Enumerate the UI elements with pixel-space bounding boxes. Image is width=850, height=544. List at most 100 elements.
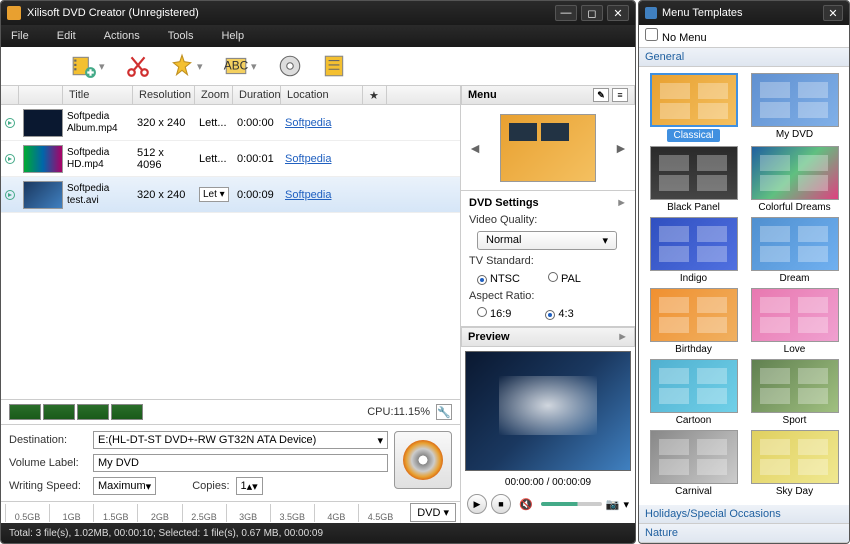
edit-menu-button[interactable]: ✎ <box>593 88 609 102</box>
template-item[interactable]: My DVD <box>746 73 843 142</box>
col-zoom[interactable]: Zoom <box>195 86 233 104</box>
template-thumbnail <box>751 430 839 484</box>
cell-location: Softpedia <box>281 189 363 201</box>
preview-video[interactable] <box>465 351 631 471</box>
category-nature[interactable]: Nature <box>639 524 849 543</box>
next-menu-button[interactable]: ► <box>610 136 632 160</box>
template-item[interactable]: Dream <box>746 217 843 284</box>
cpu-settings-button[interactable]: 🔧 <box>436 404 452 420</box>
cut-button[interactable] <box>125 53 151 79</box>
template-item[interactable]: Sky Day <box>746 430 843 497</box>
template-item[interactable]: Colorful Dreams <box>746 146 843 213</box>
cell-zoom[interactable]: Let ▾ <box>195 187 233 202</box>
category-holidays[interactable]: Holidays/Special Occasions <box>639 505 849 524</box>
preview-header[interactable]: Preview► <box>461 327 635 347</box>
ruler-tick: 1.5GB <box>93 504 137 522</box>
table-row[interactable]: Softpedia Album.mp4 320 x 240 Lett... 0:… <box>1 105 460 141</box>
r43-radio[interactable]: 4:3 <box>545 308 573 320</box>
copies-stepper[interactable]: 1 ▴▾ <box>236 477 263 495</box>
destination-select[interactable]: E:(HL-DT-ST DVD+-RW GT32N ATA Device)▾ <box>93 431 388 449</box>
cell-location: Softpedia <box>281 117 363 129</box>
cpu-core-icon <box>43 404 75 420</box>
ruler-tick: 3GB <box>226 504 270 522</box>
col-resolution[interactable]: Resolution <box>133 86 195 104</box>
templates-grid: Classical My DVD Black Panel Colorful Dr… <box>639 67 849 505</box>
play-icon[interactable] <box>5 154 15 164</box>
burn-button[interactable] <box>394 431 452 489</box>
col-location[interactable]: Location <box>281 86 363 104</box>
template-label: Cartoon <box>676 415 712 426</box>
disc-button[interactable] <box>277 53 303 79</box>
r169-radio[interactable]: 16:9 <box>477 307 511 320</box>
cell-title: Softpedia Album.mp4 <box>63 111 133 135</box>
titlebar: Xilisoft DVD Creator (Unregistered) — ◻ … <box>1 1 635 25</box>
maximize-button[interactable]: ◻ <box>581 5 603 21</box>
menu-edit[interactable]: Edit <box>57 30 76 42</box>
play-icon[interactable] <box>5 118 15 128</box>
menu-panel-header: Menu ✎ ≡ <box>461 85 635 105</box>
template-item[interactable]: Classical <box>645 73 742 142</box>
template-thumbnail <box>751 288 839 342</box>
cell-resolution: 320 x 240 <box>133 117 195 129</box>
col-star[interactable]: ★ <box>363 86 387 104</box>
speed-select[interactable]: Maximum ▾ <box>93 477 156 495</box>
snapshot-settings-button[interactable]: ▾ <box>623 498 629 511</box>
col-title[interactable]: Title <box>63 86 133 104</box>
template-item[interactable]: Birthday <box>645 288 742 355</box>
ntsc-radio[interactable]: NTSC <box>477 273 520 285</box>
stop-button[interactable]: ■ <box>491 494 511 514</box>
add-file-button[interactable]: ▾ <box>71 53 107 79</box>
menu-help[interactable]: Help <box>221 30 244 42</box>
pal-radio[interactable]: PAL <box>548 272 581 285</box>
play-button[interactable]: ▶ <box>467 494 487 514</box>
ruler-tick: 2.5GB <box>182 504 226 522</box>
chevron-down-icon: ▾ <box>99 60 107 73</box>
cell-zoom[interactable]: Lett... <box>195 117 233 129</box>
template-item[interactable]: Cartoon <box>645 359 742 426</box>
template-item[interactable]: Indigo <box>645 217 742 284</box>
template-thumbnail <box>650 146 738 200</box>
menu-preview: ◄ ► <box>461 105 635 191</box>
volume-slider[interactable] <box>541 502 602 506</box>
quality-select[interactable]: Normal▾ <box>477 231 617 250</box>
template-label: Dream <box>779 273 809 284</box>
menu-file[interactable]: File <box>11 30 29 42</box>
speed-label: Writing Speed: <box>9 480 87 492</box>
ruler-tick: 2GB <box>137 504 181 522</box>
col-duration[interactable]: Duration <box>233 86 281 104</box>
minimize-button[interactable]: — <box>555 5 577 21</box>
template-item[interactable]: Black Panel <box>645 146 742 213</box>
disc-type-select[interactable]: DVD ▾ <box>410 503 456 522</box>
template-item[interactable]: Sport <box>746 359 843 426</box>
template-label: My DVD <box>776 129 813 140</box>
category-general[interactable]: General <box>639 48 849 67</box>
prev-menu-button[interactable]: ◄ <box>464 136 486 160</box>
dvd-settings-header[interactable]: DVD Settings► <box>469 197 627 209</box>
destination-label: Destination: <box>9 434 87 446</box>
template-item[interactable]: Carnival <box>645 430 742 497</box>
table-row[interactable]: Softpedia HD.mp4 512 x 4096 Lett... 0:00… <box>1 141 460 177</box>
ruler-tick: 4.5GB <box>358 504 402 522</box>
no-menu-checkbox[interactable]: No Menu <box>639 25 849 48</box>
cpu-core-icon <box>111 404 143 420</box>
close-button[interactable]: ✕ <box>607 5 629 21</box>
menu-actions[interactable]: Actions <box>104 30 140 42</box>
effects-button[interactable]: ▾ <box>169 53 205 79</box>
menu-thumbnail[interactable] <box>500 114 596 182</box>
subtitle-button[interactable]: ABC▾ <box>223 53 259 79</box>
properties-button[interactable] <box>321 53 347 79</box>
cell-zoom[interactable]: Lett... <box>195 153 233 165</box>
templates-close-button[interactable]: ✕ <box>823 5 843 21</box>
play-icon[interactable] <box>5 190 15 200</box>
ruler-tick: 1GB <box>49 504 93 522</box>
table-row[interactable]: Softpedia test.avi 320 x 240 Let ▾ 0:00:… <box>1 177 460 213</box>
snapshot-button[interactable]: 📷 <box>606 498 620 511</box>
volume-input[interactable]: My DVD <box>93 454 388 472</box>
thumbnail <box>23 181 63 209</box>
cpu-bar: CPU:11.15% 🔧 <box>1 399 460 424</box>
list-menu-button[interactable]: ≡ <box>612 88 628 102</box>
menu-tools[interactable]: Tools <box>168 30 194 42</box>
mute-button[interactable]: 🔇 <box>519 498 533 511</box>
template-thumbnail <box>650 288 738 342</box>
template-item[interactable]: Love <box>746 288 843 355</box>
